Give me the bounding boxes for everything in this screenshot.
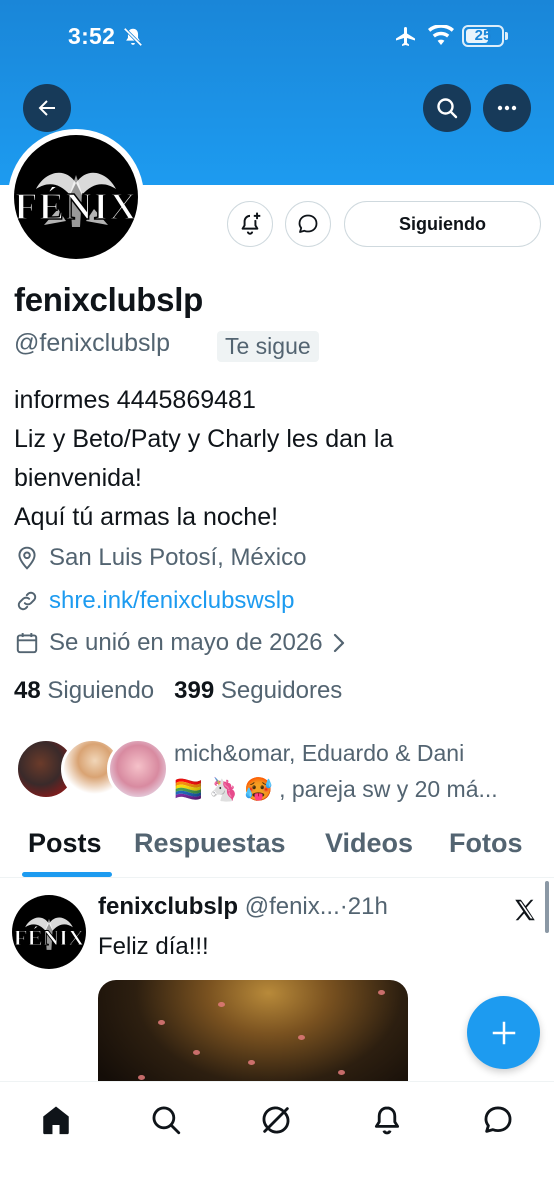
bell-off-icon xyxy=(123,27,143,47)
bell-plus-icon xyxy=(241,212,261,235)
display-name: fenixclubslp xyxy=(14,281,203,318)
post-avatar-logo-text: FÉNIX xyxy=(14,925,85,950)
bio-line: bienvenida! xyxy=(14,464,142,492)
mutuals-line-1: mich&omar, Eduardo & Dani xyxy=(174,740,465,766)
followers-label: Seguidores xyxy=(220,677,343,704)
tab-posts[interactable]: Posts xyxy=(28,828,102,859)
back-button[interactable] xyxy=(23,84,71,132)
chevron-right-icon xyxy=(333,633,344,653)
notifications-toggle-button[interactable] xyxy=(227,201,273,247)
nav-home[interactable] xyxy=(36,1100,76,1140)
post-author-handle: @fenix... xyxy=(244,893,340,920)
bottom-navigation xyxy=(0,1081,554,1199)
avatar-logo-text: FÉNIX xyxy=(14,186,137,228)
airplane-icon xyxy=(396,27,415,46)
tab-photos[interactable]: Fotos xyxy=(449,828,523,859)
message-button[interactable] xyxy=(285,201,331,247)
following-count: 48 xyxy=(14,677,41,704)
battery-cap xyxy=(505,32,508,40)
profile-location: San Luis Potosí, México xyxy=(14,542,306,574)
more-button[interactable] xyxy=(483,84,531,132)
mutuals-line-2: 🏳️‍🌈 🦄 🥵 , pareja sw y 20 má... xyxy=(174,776,498,802)
follows-you-badge: Te sigue xyxy=(217,331,319,362)
search-icon xyxy=(437,98,458,119)
bio-line: Aquí tú armas la noche! xyxy=(14,503,279,531)
search-icon xyxy=(152,1106,181,1135)
active-tab-indicator xyxy=(22,872,112,877)
messages-icon xyxy=(484,1106,512,1133)
mutual-followers[interactable]: mich&omar, Eduardo & Dani 🏳️‍🌈 🦄 🥵 , par… xyxy=(15,735,554,805)
profile-avatar[interactable]: FÉNIX xyxy=(8,129,144,265)
back-arrow-icon xyxy=(38,100,55,116)
grok-icon xyxy=(262,1106,290,1134)
mutual-avatar xyxy=(107,738,169,800)
profile-website[interactable]: shre.ink/fenixclubswslp xyxy=(14,585,294,617)
fenix-logo: FÉNIX xyxy=(14,172,137,229)
battery-icon: 25 xyxy=(462,25,504,47)
fenix-logo: FÉNIX xyxy=(13,917,85,951)
post-header: fenixclubslp @fenix...·21h xyxy=(98,893,388,921)
followers-link[interactable]: 399 Seguidores xyxy=(174,677,342,704)
profile-tabs: Posts Respuestas Videos Fotos xyxy=(0,820,554,878)
wifi-icon xyxy=(428,25,454,45)
bio-line: Liz y Beto/Paty y Charly les dan la xyxy=(14,425,394,453)
notifications-icon xyxy=(374,1106,400,1135)
follow-stats: 48 Siguiendo 399 Seguidores xyxy=(14,677,342,705)
compose-post-button[interactable] xyxy=(467,996,540,1069)
nav-grok[interactable] xyxy=(256,1100,296,1140)
nav-search[interactable] xyxy=(146,1100,186,1140)
status-time: 3:52 xyxy=(68,23,116,49)
x-logo-icon[interactable] xyxy=(512,897,538,923)
tab-videos[interactable]: Videos xyxy=(325,828,413,859)
following-label: Siguiendo xyxy=(47,677,155,704)
post-separator: · xyxy=(339,893,348,920)
battery-level: 25 xyxy=(474,27,492,44)
post-time: 21h xyxy=(347,893,388,920)
nav-notifications[interactable] xyxy=(367,1100,407,1140)
mutual-followers-text: mich&omar, Eduardo & Dani 🏳️‍🌈 🦄 🥵 , par… xyxy=(174,735,544,807)
following-button[interactable]: Siguiendo xyxy=(344,201,541,247)
profile-bio: informes 4445869481 Liz y Beto/Paty y Ch… xyxy=(14,381,534,537)
followers-count: 399 xyxy=(174,677,215,704)
message-bubble-icon xyxy=(298,214,318,233)
profile-handle: @fenixclubslp xyxy=(14,329,171,357)
home-icon xyxy=(43,1106,69,1135)
bio-line: informes 4445869481 xyxy=(14,386,256,414)
more-icon xyxy=(497,105,517,111)
profile-joined-date[interactable]: Se unió en mayo de 2026 xyxy=(14,627,356,659)
location-pin-icon xyxy=(18,546,36,570)
plus-icon xyxy=(492,1021,515,1044)
joined-text: Se unió en mayo de 2026 xyxy=(49,629,323,656)
post-avatar[interactable]: FÉNIX xyxy=(12,895,86,969)
status-bar: 3:52 25 xyxy=(0,0,554,75)
post-author-name[interactable]: fenixclubslp xyxy=(98,893,238,920)
calendar-icon xyxy=(16,633,38,654)
following-link[interactable]: 48 Siguiendo xyxy=(14,677,154,704)
avatar-logo: FÉNIX xyxy=(14,135,138,259)
scrollbar[interactable] xyxy=(545,881,549,933)
post-text: Feliz día!!! xyxy=(98,933,209,960)
nav-messages[interactable] xyxy=(478,1100,518,1140)
tab-replies[interactable]: Respuestas xyxy=(134,828,286,859)
search-button[interactable] xyxy=(423,84,471,132)
location-text: San Luis Potosí, México xyxy=(49,544,307,571)
website-link[interactable]: shre.ink/fenixclubswslp xyxy=(49,587,294,615)
link-icon xyxy=(17,591,37,611)
post-media[interactable] xyxy=(98,980,408,1081)
